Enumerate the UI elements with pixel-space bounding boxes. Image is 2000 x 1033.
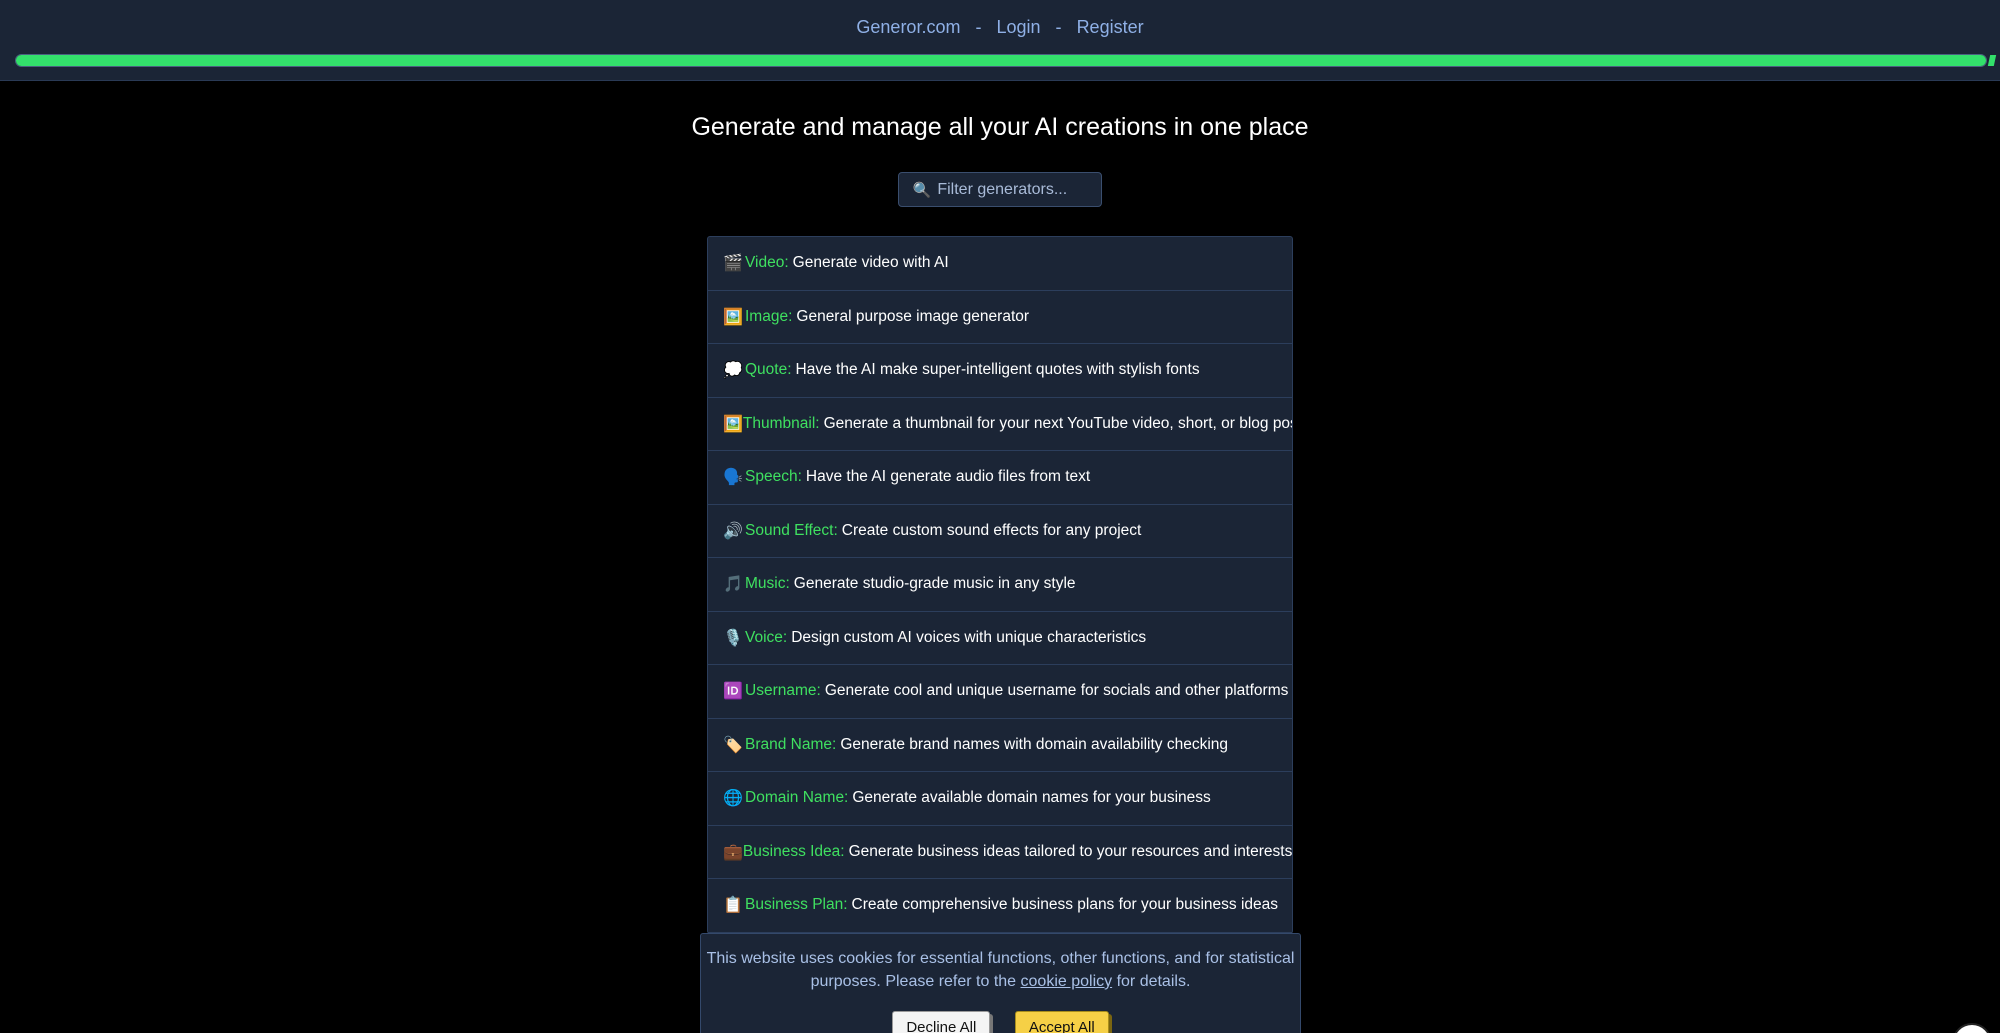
generator-item[interactable]: 🎵 Music: Generate studio-grade music in an… [708,558,1292,612]
cookie-text-end: for details. [1112,973,1191,990]
decline-all-button[interactable]: Decline All [892,1011,991,1033]
chat-widget-button[interactable] [1952,1023,1992,1033]
generator-item[interactable]: 🗣️ Speech: Have the AI generate audio file… [708,451,1292,505]
generator-name[interactable]: Image: [745,308,792,326]
generator-name[interactable]: Voice: [745,629,787,647]
generator-item[interactable]: 🌐 Domain Name: Generate available domain n… [708,772,1292,826]
cookie-text: This website uses cookies for essential … [706,950,1295,990]
generator-description: Generate a thumbnail for your next YouTu… [823,414,1292,432]
generator-description: Have the AI generate audio files from te… [805,468,1091,486]
generator-name[interactable]: Brand Name: [745,736,836,754]
generator-item[interactable]: 🖼️ Thumbnail: Generate a thumbnail for you… [708,398,1292,451]
progress-bar [15,54,1987,67]
generator-item[interactable]: 📋 Business Plan: Create comprehensive busi… [708,879,1292,933]
generator-name[interactable]: Thumbnail: [743,415,820,433]
generator-description: Design custom AI voices with unique char… [791,628,1147,646]
nav-separator: - [1055,17,1062,37]
page-headline: Generate and manage all your AI creation… [691,113,1309,141]
generator-emoji-icon: 🏷️ [723,736,743,754]
generator-emoji-icon: 🖼️ [723,308,743,326]
cookie-message: This website uses cookies for essential … [701,947,1300,993]
search-box[interactable]: 🔍 [898,172,1102,207]
accept-all-button[interactable]: Accept All [1014,1011,1109,1033]
generator-emoji-icon: 🎬 [723,255,743,273]
generator-item[interactable]: 🔊 Sound Effect: Create custom sound effect… [708,505,1292,558]
register-link[interactable]: Register [1077,17,1144,37]
top-nav: Generor.com - Login - Register [0,17,2000,38]
generator-emoji-icon: 📋 [723,897,743,915]
generator-emoji-icon: 🌐 [723,790,743,808]
progress-tip [1987,55,1997,66]
cookie-buttons: Decline All Accept All [701,1011,1300,1033]
generator-description: Generate video with AI [792,254,949,272]
filter-generators-input[interactable] [937,180,1088,199]
generator-description: Generate cool and unique username for so… [824,682,1289,700]
login-link[interactable]: Login [996,17,1040,37]
generator-description: Generate business ideas tailored to your… [848,842,1292,860]
generator-description: Create comprehensive business plans for … [851,896,1279,914]
generator-emoji-icon: 🎵 [723,576,743,594]
generator-item[interactable]: 🆔 Username: Generate cool and unique usern… [708,665,1292,719]
generator-description: Generate available domain names for your… [852,789,1211,807]
generator-item[interactable]: 🏷️ Brand Name: Generate brand names with d… [708,719,1292,772]
cookie-policy-link[interactable]: cookie policy [1021,973,1113,990]
generator-emoji-icon: 🔊 [723,522,743,540]
generator-name[interactable]: Quote: [745,361,792,379]
generator-description: Have the AI make super-intelligent quote… [795,361,1200,379]
generator-name[interactable]: Business Idea: [743,843,845,861]
generator-emoji-icon: 💭 [723,362,743,380]
nav-separator: - [975,17,982,37]
generator-name[interactable]: Music: [745,575,790,593]
generator-item[interactable]: 💭 Quote: Have the AI make super-intelligen… [708,344,1292,398]
generator-list: 🎬 Video: Generate video with AI 🖼️ Image: Gen… [707,236,1293,934]
generator-description: Create custom sound effects for any proj… [841,521,1142,539]
generator-name[interactable]: Business Plan: [745,896,848,914]
generator-emoji-icon: 🖼️ [723,415,743,433]
generator-name[interactable]: Domain Name: [745,789,848,807]
generator-name[interactable]: Sound Effect: [745,522,838,540]
cookie-banner: This website uses cookies for essential … [700,933,1301,1033]
generator-emoji-icon: 💼 [723,843,743,861]
generator-item[interactable]: 💼 Business Idea: Generate business ideas t… [708,826,1292,879]
generator-name[interactable]: Username: [745,682,821,700]
progress-fill [16,55,1986,66]
generator-item[interactable]: 🎬 Video: Generate video with AI [708,237,1292,291]
site-home-link[interactable]: Generor.com [856,17,960,37]
search-icon: 🔍 [912,181,932,199]
generator-description: General purpose image generator [796,307,1030,325]
generator-description: Generate brand names with domain availab… [840,735,1229,753]
generator-description: Generate studio-grade music in any style [793,575,1076,593]
generator-item[interactable]: 🖼️ Image: General purpose image generator [708,291,1292,344]
generator-emoji-icon: 🗣️ [723,469,743,487]
generator-emoji-icon: 🎙️ [723,629,743,647]
top-bar: Generor.com - Login - Register [0,0,2000,81]
generator-emoji-icon: 🆔 [723,683,743,701]
generator-name[interactable]: Video: [745,254,789,272]
generator-item[interactable]: 🎙️ Voice: Design custom AI voices with uni… [708,612,1292,665]
generator-name[interactable]: Speech: [745,468,802,486]
